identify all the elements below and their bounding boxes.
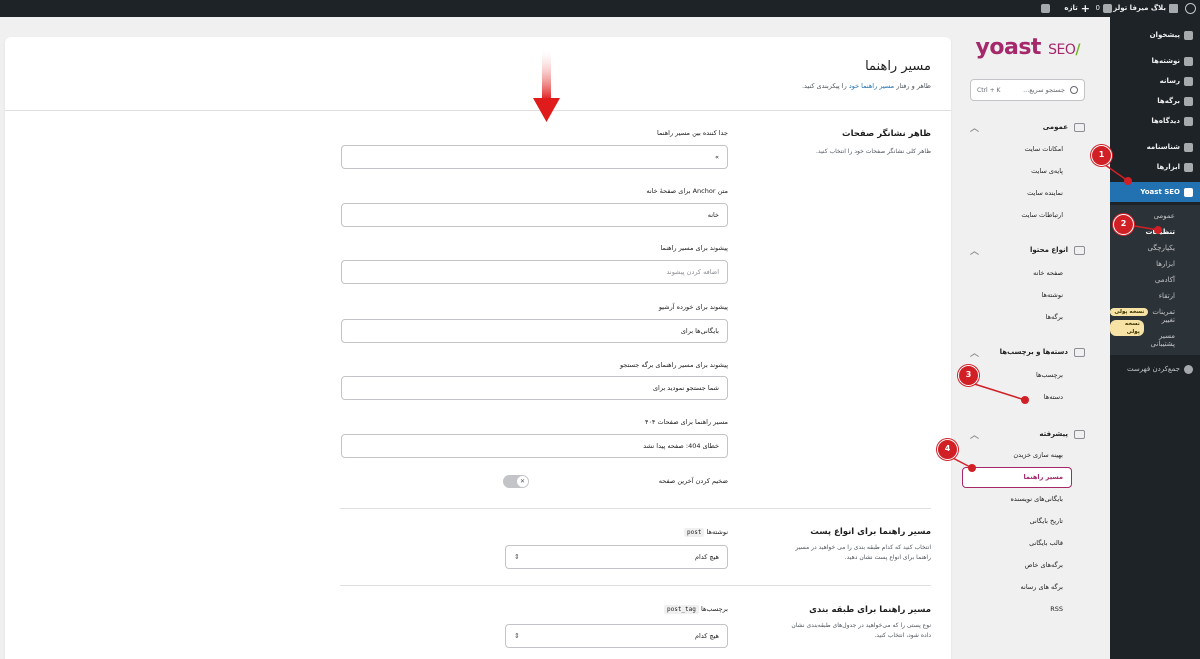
annotation-badge-1: 1 (1091, 145, 1112, 166)
down-arrow-icon (533, 50, 560, 122)
annotation-dot-4 (968, 464, 976, 472)
annotation-badge-2: 2 (1113, 214, 1134, 235)
annotation-dot-3 (1021, 396, 1029, 404)
annotation-dot-1 (1124, 177, 1132, 185)
annotation-dot-2 (1154, 226, 1162, 234)
annotation-badge-3: 3 (958, 365, 979, 386)
annotation-lines (533, 50, 1159, 469)
annotation-badge-4: 4 (937, 439, 958, 460)
annotation-line-3 (967, 381, 1026, 401)
